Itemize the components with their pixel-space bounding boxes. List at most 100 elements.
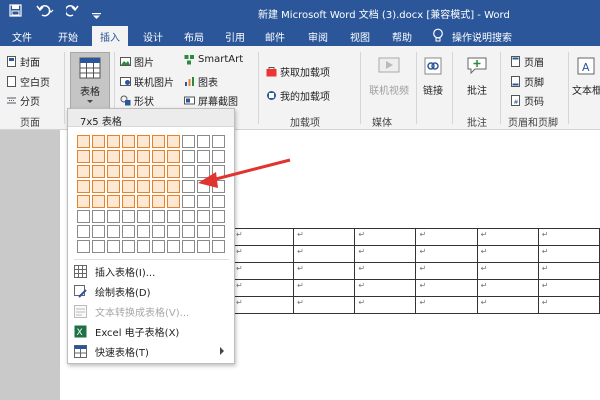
table-cell[interactable]: ↵: [415, 296, 478, 314]
grid-cell[interactable]: [152, 165, 165, 178]
grid-cell[interactable]: [212, 225, 225, 238]
link-button[interactable]: 链接: [420, 56, 446, 97]
tab-file[interactable]: 文件: [12, 29, 32, 44]
grid-cell[interactable]: [92, 135, 105, 148]
grid-cell[interactable]: [167, 240, 180, 253]
grid-cell[interactable]: [182, 225, 195, 238]
table-cell[interactable]: ↵: [476, 279, 539, 297]
smartart-button[interactable]: SmartArt: [184, 54, 243, 65]
grid-cell[interactable]: [167, 180, 180, 193]
table-cell[interactable]: ↵: [537, 262, 600, 280]
table-cell[interactable]: ↵: [415, 245, 478, 263]
table-cell[interactable]: ↵: [354, 262, 417, 280]
grid-cell[interactable]: [77, 135, 90, 148]
grid-cell[interactable]: [137, 210, 150, 223]
table-cell[interactable]: ↵: [293, 279, 356, 297]
grid-cell[interactable]: [77, 225, 90, 238]
grid-cell[interactable]: [182, 240, 195, 253]
blank-page-button[interactable]: 空白页: [6, 74, 50, 89]
table-cell[interactable]: ↵: [231, 228, 295, 246]
table-cell[interactable]: ↵: [354, 279, 417, 297]
redo-icon[interactable]: [64, 4, 79, 20]
grid-cell[interactable]: [137, 150, 150, 163]
grid-cell[interactable]: [167, 195, 180, 208]
table-cell[interactable]: ↵: [537, 296, 600, 314]
table-cell[interactable]: ↵: [476, 262, 539, 280]
table-cell[interactable]: ↵: [537, 245, 600, 263]
grid-cell[interactable]: [122, 210, 135, 223]
table-cell[interactable]: ↵: [231, 245, 295, 263]
comment-button[interactable]: 批注: [462, 56, 492, 97]
grid-cell[interactable]: [152, 195, 165, 208]
grid-cell[interactable]: [167, 165, 180, 178]
table-cell[interactable]: ↵: [415, 279, 478, 297]
grid-cell[interactable]: [182, 135, 195, 148]
grid-cell[interactable]: [212, 180, 225, 193]
table-cell[interactable]: ↵: [476, 296, 539, 314]
grid-cell[interactable]: [197, 165, 210, 178]
chart-button[interactable]: 图表: [184, 74, 218, 89]
table-cell[interactable]: ↵: [293, 245, 356, 263]
textbox-button[interactable]: A 文本框: [572, 56, 600, 97]
grid-cell[interactable]: [212, 240, 225, 253]
tab-insert[interactable]: 插入: [92, 26, 128, 46]
grid-cell[interactable]: [197, 240, 210, 253]
online-video-button[interactable]: 联机视频: [366, 56, 412, 97]
tab-review[interactable]: 审阅: [308, 29, 328, 44]
draw-table-menu-item[interactable]: 绘制表格(D): [74, 282, 230, 300]
online-pictures-button[interactable]: 联机图片: [120, 74, 174, 89]
grid-cell[interactable]: [197, 210, 210, 223]
grid-cell[interactable]: [152, 135, 165, 148]
grid-cell[interactable]: [137, 180, 150, 193]
grid-cell[interactable]: [92, 210, 105, 223]
tab-design[interactable]: 设计: [143, 29, 163, 44]
cover-page-button[interactable]: 封面: [6, 54, 40, 69]
grid-cell[interactable]: [167, 210, 180, 223]
screenshot-button[interactable]: 屏幕截图: [184, 93, 238, 108]
grid-cell[interactable]: [167, 135, 180, 148]
footer-button[interactable]: 页脚: [510, 74, 544, 89]
grid-cell[interactable]: [92, 150, 105, 163]
table-cell[interactable]: ↵: [415, 262, 478, 280]
grid-cell[interactable]: [137, 165, 150, 178]
table-cell[interactable]: ↵: [537, 279, 600, 297]
grid-cell[interactable]: [122, 225, 135, 238]
grid-cell[interactable]: [77, 210, 90, 223]
grid-cell[interactable]: [77, 195, 90, 208]
grid-cell[interactable]: [92, 165, 105, 178]
table-cell[interactable]: ↵: [537, 228, 600, 246]
tab-references[interactable]: 引用: [225, 29, 245, 44]
grid-cell[interactable]: [122, 135, 135, 148]
grid-cell[interactable]: [212, 150, 225, 163]
tab-mailings[interactable]: 邮件: [265, 29, 285, 44]
grid-cell[interactable]: [152, 240, 165, 253]
grid-cell[interactable]: [137, 135, 150, 148]
grid-cell[interactable]: [152, 180, 165, 193]
grid-cell[interactable]: [212, 135, 225, 148]
grid-cell[interactable]: [197, 195, 210, 208]
insert-table-menu-item[interactable]: 插入表格(I)...: [74, 262, 230, 280]
page-number-button[interactable]: # 页码: [510, 93, 544, 108]
grid-cell[interactable]: [107, 240, 120, 253]
grid-cell[interactable]: [107, 210, 120, 223]
header-button[interactable]: 页眉: [510, 54, 544, 69]
grid-cell[interactable]: [92, 225, 105, 238]
grid-cell[interactable]: [152, 210, 165, 223]
table-cell[interactable]: ↵: [293, 296, 356, 314]
grid-cell[interactable]: [137, 195, 150, 208]
grid-cell[interactable]: [167, 225, 180, 238]
grid-cell[interactable]: [212, 210, 225, 223]
customize-qat-icon[interactable]: [92, 8, 101, 22]
grid-cell[interactable]: [92, 195, 105, 208]
grid-cell[interactable]: [212, 165, 225, 178]
table-cell[interactable]: ↵: [354, 296, 417, 314]
tab-layout[interactable]: 布局: [184, 29, 204, 44]
grid-cell[interactable]: [152, 150, 165, 163]
save-icon[interactable]: [9, 4, 22, 20]
grid-cell[interactable]: [107, 165, 120, 178]
table-cell[interactable]: ↵: [293, 228, 356, 246]
grid-cell[interactable]: [182, 195, 195, 208]
grid-cell[interactable]: [107, 225, 120, 238]
grid-cell[interactable]: [167, 150, 180, 163]
table-cell[interactable]: ↵: [231, 262, 295, 280]
